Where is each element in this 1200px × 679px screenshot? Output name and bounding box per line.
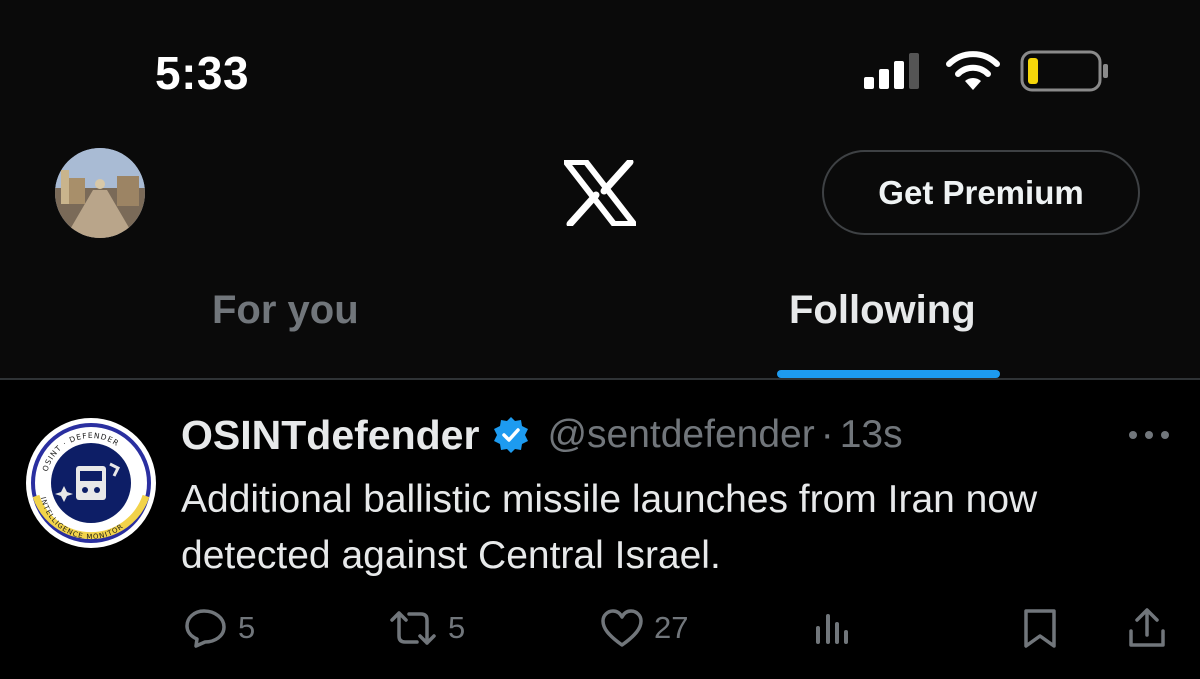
app-header: Get Premium For you Following bbox=[0, 140, 1200, 380]
share-button[interactable] bbox=[1127, 608, 1167, 648]
tweet[interactable]: OSINT · DEFENDER INTELLIGENCE MONITOR OS… bbox=[0, 380, 1200, 679]
verified-icon bbox=[491, 415, 531, 455]
like-icon bbox=[601, 609, 643, 647]
status-bar: 5:33 bbox=[0, 0, 1200, 140]
tab-for-you[interactable]: For you bbox=[212, 288, 359, 333]
more-icon[interactable] bbox=[1128, 430, 1170, 440]
bookmark-button[interactable] bbox=[1022, 608, 1058, 648]
reply-icon bbox=[185, 609, 226, 648]
like-count: 27 bbox=[654, 610, 689, 645]
avatar-image bbox=[55, 148, 145, 238]
like-button[interactable]: 27 bbox=[600, 608, 688, 648]
status-time: 5:33 bbox=[155, 47, 250, 99]
signal-icon bbox=[864, 53, 919, 89]
tab-following[interactable]: Following bbox=[789, 288, 976, 333]
views-icon bbox=[816, 614, 848, 644]
reply-button[interactable]: 5 bbox=[184, 608, 255, 648]
bookmark-icon bbox=[1024, 609, 1056, 648]
share-icon bbox=[1129, 608, 1165, 647]
get-premium-button[interactable]: Get Premium bbox=[822, 150, 1140, 235]
tweet-author-avatar[interactable]: OSINT · DEFENDER INTELLIGENCE MONITOR bbox=[24, 416, 158, 550]
reply-count: 5 bbox=[238, 610, 256, 645]
active-tab-indicator bbox=[777, 370, 1000, 378]
author-name[interactable]: OSINTdefender bbox=[181, 412, 479, 459]
repost-button[interactable]: 5 bbox=[388, 608, 465, 648]
handle-time-separator: · bbox=[820, 413, 834, 456]
tweet-header: OSINTdefender @sentdefender · 13s bbox=[181, 410, 903, 460]
wifi-icon bbox=[946, 51, 1000, 90]
x-logo[interactable] bbox=[564, 160, 636, 226]
views-button[interactable] bbox=[812, 608, 852, 648]
tweet-timestamp[interactable]: 13s bbox=[840, 413, 903, 457]
battery-icon bbox=[1020, 50, 1108, 92]
repost-count: 5 bbox=[448, 610, 466, 645]
tweet-text: Additional ballistic missile launches fr… bbox=[181, 478, 1038, 577]
retweet-icon bbox=[390, 611, 436, 645]
profile-avatar[interactable] bbox=[55, 148, 145, 238]
author-handle[interactable]: @sentdefender bbox=[547, 413, 814, 457]
